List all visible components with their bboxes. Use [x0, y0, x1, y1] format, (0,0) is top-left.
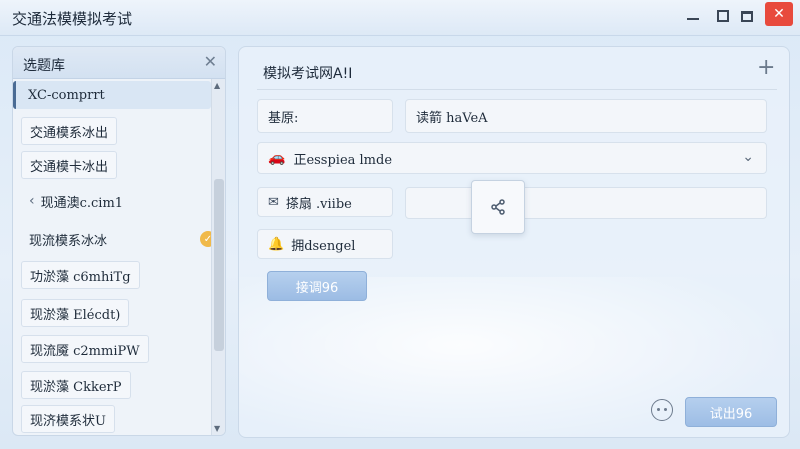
sidebar-item-label: 交通模卡冰出: [30, 159, 109, 175]
sidebar-item[interactable]: 现淤藻 CkkerP: [21, 371, 131, 399]
base-label-field: 基原:: [257, 99, 393, 133]
sidebar-item-label: 现济模系状U: [30, 413, 106, 429]
sidebar-item[interactable]: 现济模系状U: [21, 405, 115, 433]
sidebar-item-label: 现流模系冰冰: [29, 233, 108, 249]
chevron-down-icon: ⌄: [742, 149, 754, 165]
question-bank-sidebar: 选题库 ✕ XC-comprrt 交通模系冰出 交通模卡冰出 ‹ 现通澳c.ci…: [12, 46, 226, 436]
panel-divider: [257, 89, 777, 90]
sidebar-item[interactable]: 交通模卡冰出: [21, 151, 118, 179]
sidebar-item-label: 现淤藻 CkkerP: [30, 379, 122, 395]
primary-action-button[interactable]: 接调96: [267, 271, 367, 301]
scroll-up-icon[interactable]: ▲: [214, 81, 220, 90]
sidebar-close-icon[interactable]: ✕: [204, 52, 217, 71]
maximize-button[interactable]: [712, 5, 734, 27]
sidebar-item[interactable]: XC-comprrt: [13, 81, 211, 109]
sidebar-item-label: XC-comprrt: [28, 87, 105, 103]
bell-icon: 🔔: [268, 236, 285, 252]
sidebar-item[interactable]: 现流魇 c2mmiPW: [21, 335, 149, 363]
wide-input[interactable]: [405, 187, 767, 219]
scroll-down-icon[interactable]: ▼: [214, 424, 220, 433]
bell-field-label: 拥dsengel: [291, 238, 356, 254]
maximize-icon: [717, 10, 729, 22]
scroll-thumb[interactable]: [214, 179, 224, 351]
car-icon: 🚗: [268, 150, 286, 166]
sidebar-scrollbar[interactable]: ▲ ▼: [211, 79, 225, 435]
mail-icon: ✉: [268, 194, 279, 210]
sidebar-item[interactable]: 功淤藻 c6mhiTg: [21, 261, 140, 289]
assistant-face-icon[interactable]: [651, 399, 673, 421]
minimize-button[interactable]: [682, 5, 704, 27]
sidebar-item-label: 现淤藻 Elécdt): [30, 307, 121, 323]
exam-panel: 模拟考试网A!I + 基原: 读箭 haVeA 🚗 正esspiea lmde …: [238, 46, 790, 438]
minimize-icon: [687, 18, 699, 20]
sidebar-item-label: 功淤藻 c6mhiTg: [30, 269, 131, 285]
sidebar-item-label: 现通澳c.cim1: [40, 195, 124, 211]
base-label-text: 基原:: [268, 110, 299, 126]
sidebar-item-label: 交通模系冰出: [30, 125, 109, 141]
add-icon[interactable]: +: [757, 55, 775, 80]
exit-button[interactable]: 试出96: [685, 397, 777, 427]
panel-title: 模拟考试网A!I: [263, 66, 353, 82]
title-bar: 交通法模模拟考试 ✕: [0, 0, 800, 36]
sidebar-header: 选题库 ✕: [13, 47, 225, 79]
share-icon: [491, 199, 505, 215]
mail-field[interactable]: ✉ 搽扇 .viibe: [257, 187, 393, 217]
sidebar-item[interactable]: 现流模系冰冰: [21, 225, 115, 253]
sidebar-item-label: 现流魇 c2mmiPW: [30, 343, 140, 359]
chevron-left-icon: ‹: [29, 193, 35, 209]
restore-icon: [741, 10, 753, 22]
sidebar-item[interactable]: 交通模系冰出: [21, 117, 118, 145]
close-button[interactable]: ✕: [765, 2, 793, 26]
mail-field-label: 搽扇 .viibe: [285, 196, 352, 212]
mode-select[interactable]: 🚗 正esspiea lmde ⌄: [257, 142, 767, 174]
sidebar-group-item[interactable]: ‹ 现通澳c.cim1: [21, 187, 131, 215]
share-button[interactable]: [471, 180, 525, 234]
bell-field[interactable]: 🔔 拥dsengel: [257, 229, 393, 259]
sidebar-title: 选题库: [23, 58, 65, 74]
answer-input-value: 读箭 haVeA: [416, 110, 488, 126]
answer-input[interactable]: 读箭 haVeA: [405, 99, 767, 133]
mode-select-value: 正esspiea lmde: [293, 152, 393, 168]
app-title: 交通法模模拟考试: [12, 10, 133, 28]
restore-button[interactable]: [736, 5, 758, 27]
close-icon: ✕: [773, 6, 785, 22]
sidebar-item[interactable]: 现淤藻 Elécdt): [21, 299, 130, 327]
